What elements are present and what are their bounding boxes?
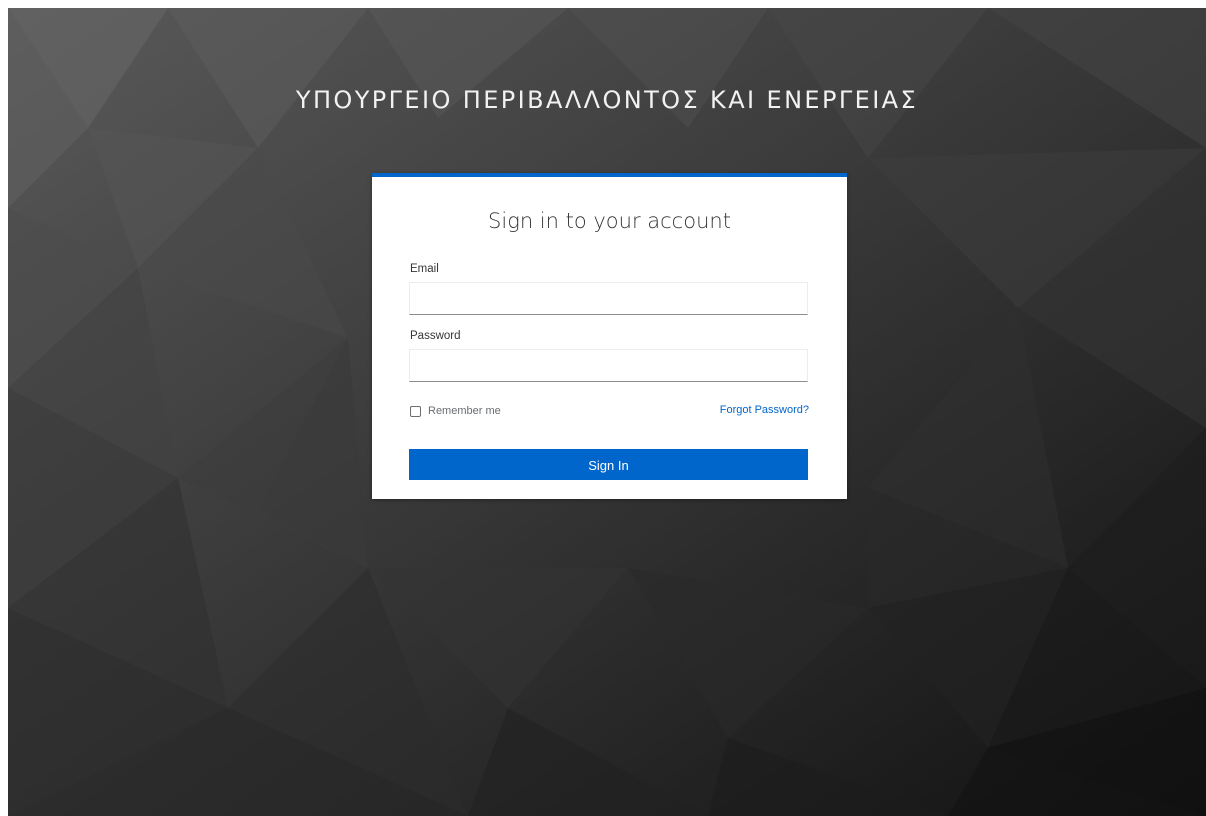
sign-in-button[interactable]: Sign In	[409, 449, 808, 480]
password-input[interactable]	[409, 349, 808, 382]
login-card: Sign in to your account Email Password R…	[372, 173, 847, 499]
login-page-background: ΥΠΟΥΡΓΕΙΟ ΠΕΡΙΒΑΛΛΟΝΤΟΣ ΚΑΙ ΕΝΕΡΓΕΙΑΣ Si…	[8, 8, 1206, 816]
login-heading: Sign in to your account	[488, 209, 731, 233]
remember-me-label[interactable]: Remember me	[428, 405, 501, 417]
forgot-password-link[interactable]: Forgot Password?	[720, 404, 809, 416]
realm-title: ΥΠΟΥΡΓΕΙΟ ΠΕΡΙΒΑΛΛΟΝΤΟΣ ΚΑΙ ΕΝΕΡΓΕΙΑΣ	[295, 86, 919, 114]
remember-me-option[interactable]: Remember me	[410, 403, 501, 419]
remember-me-checkbox[interactable]	[410, 405, 421, 417]
password-label: Password	[410, 330, 461, 342]
email-label: Email	[410, 263, 439, 275]
email-input[interactable]	[409, 282, 808, 315]
